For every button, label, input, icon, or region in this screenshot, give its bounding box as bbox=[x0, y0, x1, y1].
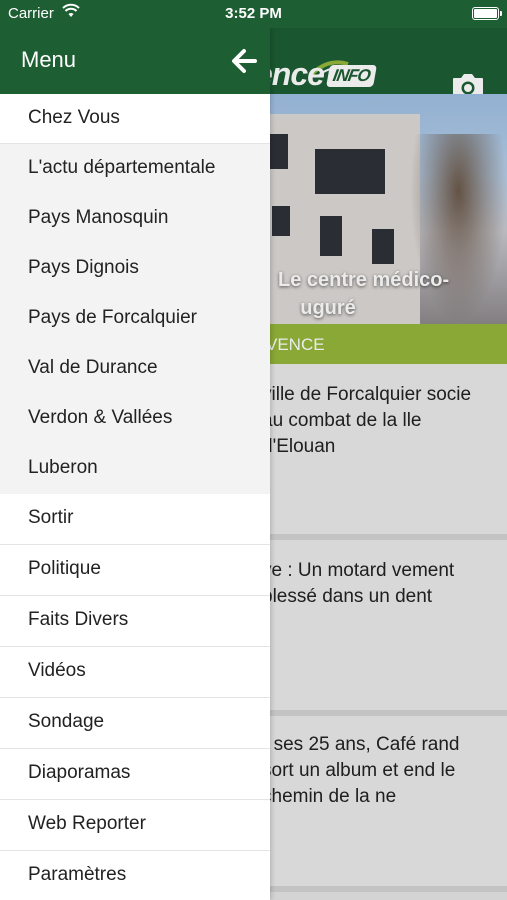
menu-item-label: Paramètres bbox=[28, 864, 127, 885]
menu-item-actu-departementale[interactable]: L'actu départementale bbox=[0, 144, 270, 194]
menu-item-parametres[interactable]: Paramètres bbox=[0, 851, 270, 900]
menu-item-sortir[interactable]: Sortir bbox=[0, 494, 270, 545]
menu-item-chez-vous[interactable]: Chez Vous bbox=[0, 94, 270, 144]
status-bar: Carrier 3:52 PM bbox=[0, 0, 507, 28]
menu-item-politique[interactable]: Politique bbox=[0, 545, 270, 596]
menu-item-pays-dignois[interactable]: Pays Dignois bbox=[0, 244, 270, 294]
menu-item-label: L'actu départementale bbox=[28, 157, 216, 178]
menu-item-label: Sondage bbox=[28, 711, 105, 732]
menu-item-label: Politique bbox=[28, 558, 101, 579]
menu-item-val-de-durance[interactable]: Val de Durance bbox=[0, 344, 270, 394]
menu-item-label: Pays Manosquin bbox=[28, 207, 169, 228]
menu-item-verdon-vallees[interactable]: Verdon & Vallées bbox=[0, 394, 270, 444]
drawer-dim-overlay[interactable] bbox=[270, 28, 507, 900]
menu-item-faits-divers[interactable]: Faits Divers bbox=[0, 596, 270, 647]
close-drawer-button[interactable] bbox=[229, 46, 259, 76]
navigation-drawer: Menu Chez Vous L'actu départementale Pay… bbox=[0, 28, 270, 900]
battery-icon bbox=[472, 7, 502, 20]
menu-item-pays-manosquin[interactable]: Pays Manosquin bbox=[0, 194, 270, 244]
menu-item-label: Pays de Forcalquier bbox=[28, 307, 197, 328]
menu-item-label: Web Reporter bbox=[28, 813, 146, 834]
menu-item-label: Luberon bbox=[28, 457, 98, 478]
menu-item-label: Chez Vous bbox=[28, 107, 120, 128]
menu-item-label: Verdon & Vallées bbox=[28, 407, 173, 428]
drawer-header: Menu bbox=[0, 28, 270, 94]
menu-item-videos[interactable]: Vidéos bbox=[0, 647, 270, 698]
menu-item-pays-de-forcalquier[interactable]: Pays de Forcalquier bbox=[0, 294, 270, 344]
menu-item-label: Vidéos bbox=[28, 660, 86, 681]
menu-item-label: Pays Dignois bbox=[28, 257, 139, 278]
menu-item-label: Sortir bbox=[28, 507, 74, 528]
menu-item-label: Faits Divers bbox=[28, 609, 129, 630]
menu-item-label: Val de Durance bbox=[28, 357, 158, 378]
menu-item-label: Diaporamas bbox=[28, 762, 131, 783]
menu-item-luberon[interactable]: Luberon bbox=[0, 444, 270, 494]
arrow-left-icon bbox=[232, 49, 257, 73]
drawer-title: Menu bbox=[21, 47, 77, 72]
menu-item-web-reporter[interactable]: Web Reporter bbox=[0, 800, 270, 851]
menu-item-sondage[interactable]: Sondage bbox=[0, 698, 270, 749]
menu-item-diaporamas[interactable]: Diaporamas bbox=[0, 749, 270, 800]
clock: 3:52 PM bbox=[225, 5, 282, 22]
